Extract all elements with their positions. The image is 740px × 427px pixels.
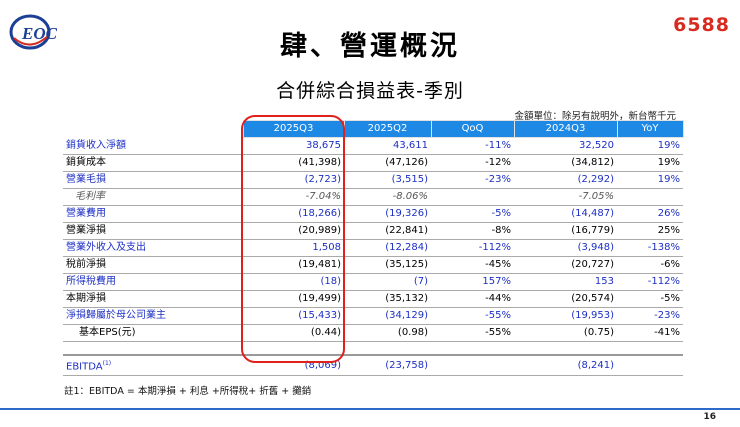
page-number: 16 xyxy=(703,412,716,422)
row-label: 營業毛損 xyxy=(63,171,243,189)
cell: -23% xyxy=(431,171,514,189)
cell: (3,948) xyxy=(514,239,617,257)
table-row: 所得稅費用 (18) (7) 157% 153 -112% xyxy=(63,273,683,291)
cell xyxy=(617,355,683,377)
row-label: 稅前淨損 xyxy=(63,256,243,274)
col-header: QoQ xyxy=(430,120,515,138)
cell: -44% xyxy=(431,290,514,308)
cell: -5% xyxy=(617,290,683,308)
row-label: 所得稅費用 xyxy=(63,273,243,291)
ebitda-footnote-ref: (1) xyxy=(102,360,112,367)
cell: (22,841) xyxy=(344,222,431,240)
cell: (8,241) xyxy=(514,355,617,377)
col-header: YoY xyxy=(616,120,684,138)
cell: 153 xyxy=(514,273,617,291)
cell: -112% xyxy=(617,273,683,291)
table-row: 營業淨損 (20,989) (22,841) -8% (16,779) 25% xyxy=(63,222,683,240)
page-subtitle: 合併綜合損益表-季別 xyxy=(276,80,464,102)
cell: (23,758) xyxy=(344,355,431,377)
cell: -55% xyxy=(431,324,514,342)
table-row: 銷貨成本 (41,398) (47,126) -12% (34,812) 19% xyxy=(63,154,683,172)
cell: 157% xyxy=(431,273,514,291)
cell: 19% xyxy=(617,154,683,172)
table-row: 營業外收入及支出 1,508 (12,284) -112% (3,948) -1… xyxy=(63,239,683,257)
cell: -11% xyxy=(431,137,514,155)
cell: (19,326) xyxy=(344,205,431,223)
cell: (20,574) xyxy=(514,290,617,308)
cell: -138% xyxy=(617,239,683,257)
cell: -45% xyxy=(431,256,514,274)
cell: -7.05% xyxy=(514,188,617,206)
table-header-row: 2025Q3 2025Q2 QoQ 2024Q3 YoY xyxy=(63,120,684,138)
cell: 43,611 xyxy=(344,137,431,155)
cell: (34,812) xyxy=(514,154,617,172)
cell: -23% xyxy=(617,307,683,325)
row-label: 銷貨成本 xyxy=(63,154,243,172)
row-label: 基本EPS(元) xyxy=(63,324,243,342)
cell: (14,487) xyxy=(514,205,617,223)
table-row: 淨損歸屬於母公司業主 (15,433) (34,129) -55% (19,95… xyxy=(63,307,683,325)
table-row: 基本EPS(元) (0.44) (0.98) -55% (0.75) -41% xyxy=(63,324,683,342)
cell: (35,125) xyxy=(344,256,431,274)
cell: 26% xyxy=(617,205,683,223)
cell: 19% xyxy=(617,137,683,155)
footnote: 註1：EBITDA = 本期淨損 + 利息 +所得稅+ 折舊 + 攤銷 xyxy=(64,386,312,397)
table-row: 毛利率 -7.04% -8.06% -7.05% xyxy=(63,188,683,206)
cell: 25% xyxy=(617,222,683,240)
ebitda-row: EBITDA(1) (8,069) (23,758) (8,241) xyxy=(63,355,683,377)
row-label: 淨損歸屬於母公司業主 xyxy=(63,307,243,325)
highlight-box xyxy=(241,115,345,363)
col-header: 2024Q3 xyxy=(513,120,618,138)
row-label: 營業外收入及支出 xyxy=(63,239,243,257)
header-blank xyxy=(63,121,243,138)
row-label: 銷貨收入淨額 xyxy=(63,137,243,155)
row-label: EBITDA(1) xyxy=(63,355,243,377)
cell xyxy=(431,355,514,377)
cell: 19% xyxy=(617,171,683,189)
ebitda-label: EBITDA xyxy=(66,361,103,373)
cell: (0.98) xyxy=(344,324,431,342)
cell: 32,520 xyxy=(514,137,617,155)
cell: (12,284) xyxy=(344,239,431,257)
cell: -41% xyxy=(617,324,683,342)
cell: (35,132) xyxy=(344,290,431,308)
cell: -12% xyxy=(431,154,514,172)
cell: (20,727) xyxy=(514,256,617,274)
cell xyxy=(617,188,683,206)
cell: (47,126) xyxy=(344,154,431,172)
col-header: 2025Q2 xyxy=(343,120,432,138)
cell: (0.75) xyxy=(514,324,617,342)
cell: (3,515) xyxy=(344,171,431,189)
row-label: 營業淨損 xyxy=(63,222,243,240)
cell xyxy=(431,188,514,206)
spacer-row xyxy=(63,341,683,356)
table-row: 稅前淨損 (19,481) (35,125) -45% (20,727) -6% xyxy=(63,256,683,274)
cell: -8% xyxy=(431,222,514,240)
bottom-divider xyxy=(0,408,740,410)
cell: -6% xyxy=(617,256,683,274)
table-row: 營業費用 (18,266) (19,326) -5% (14,487) 26% xyxy=(63,205,683,223)
cell: (34,129) xyxy=(344,307,431,325)
table-row: 營業毛損 (2,723) (3,515) -23% (2,292) 19% xyxy=(63,171,683,189)
table-row: 銷貨收入淨額 38,675 43,611 -11% 32,520 19% xyxy=(63,137,683,155)
cell: (16,779) xyxy=(514,222,617,240)
cell: -112% xyxy=(431,239,514,257)
cell: (2,292) xyxy=(514,171,617,189)
cell: (7) xyxy=(344,273,431,291)
page-title: 肆、營運概況 xyxy=(280,31,460,62)
income-statement-table: 2025Q3 2025Q2 QoQ 2024Q3 YoY 銷貨收入淨額 38,6… xyxy=(63,120,684,377)
row-label: 本期淨損 xyxy=(63,290,243,308)
cell: -55% xyxy=(431,307,514,325)
row-label: 營業費用 xyxy=(63,205,243,223)
cell: -8.06% xyxy=(344,188,431,206)
cell: -5% xyxy=(431,205,514,223)
cell: (19,953) xyxy=(514,307,617,325)
table-row: 本期淨損 (19,499) (35,132) -44% (20,574) -5% xyxy=(63,290,683,308)
row-label: 毛利率 xyxy=(63,188,243,206)
